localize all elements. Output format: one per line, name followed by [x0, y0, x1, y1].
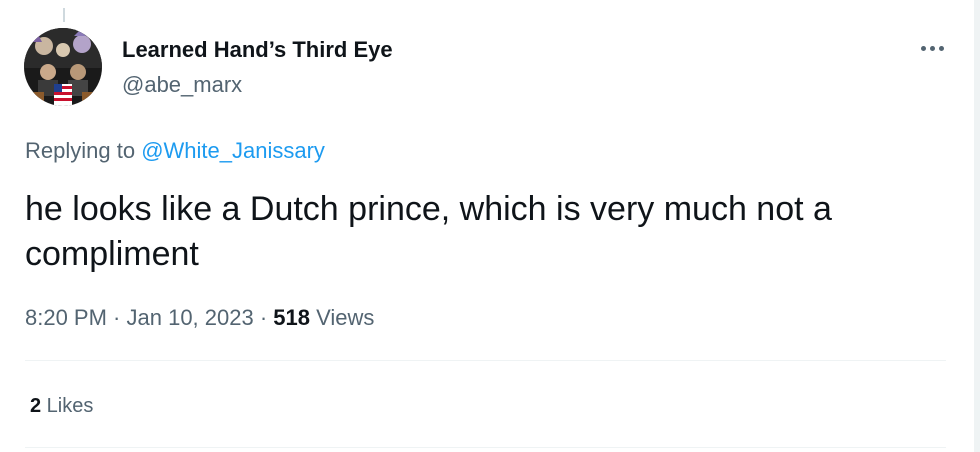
replying-to-label: Replying to	[25, 138, 142, 163]
avatar-image	[24, 28, 102, 106]
tweet-meta: 8:20 PM · Jan 10, 2023 · 518 Views	[25, 305, 374, 331]
meta-separator: ·	[106, 305, 127, 330]
column-border	[974, 0, 980, 452]
thread-connector-line	[63, 8, 65, 22]
more-horizontal-icon	[920, 45, 926, 51]
author-display-name[interactable]: Learned Hand’s Third Eye	[122, 37, 393, 63]
reply-mention-link[interactable]: @White_Janissary	[141, 138, 325, 163]
views-label: Views	[310, 305, 375, 330]
divider-top	[25, 360, 946, 361]
likes-label: Likes	[41, 395, 94, 417]
views-count: 518	[273, 305, 311, 330]
tweet-date-link[interactable]: Jan 10, 2023	[127, 305, 254, 330]
more-options-button[interactable]	[915, 36, 949, 60]
replying-to-line: Replying to @White_Janissary	[25, 138, 325, 164]
tweet-text: he looks like a Dutch prince, which is v…	[25, 190, 832, 273]
divider-bottom	[25, 447, 946, 448]
avatar[interactable]	[24, 28, 102, 106]
more-horizontal-icon-dot	[938, 45, 944, 51]
tweet-time-link[interactable]: 8:20 PM	[25, 305, 107, 330]
likes-link[interactable]: 2 Likes	[30, 395, 93, 418]
likes-count: 2	[30, 395, 42, 417]
author-handle[interactable]: @abe_marx	[122, 72, 242, 98]
meta-separator: ·	[253, 305, 274, 330]
more-horizontal-icon-dot	[929, 45, 935, 51]
